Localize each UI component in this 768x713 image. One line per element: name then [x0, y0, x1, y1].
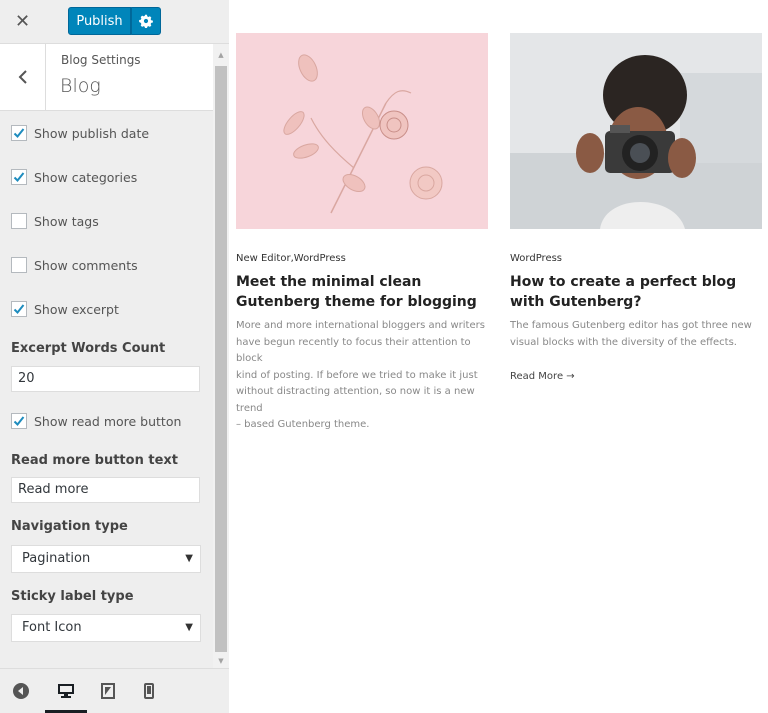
preview-mobile-button[interactable] [129, 669, 169, 713]
show-read-more-label: Show read more button [34, 413, 182, 429]
dropdown-arrow-icon: ▼ [185, 553, 193, 564]
close-icon: ✕ [14, 11, 31, 32]
site-preview: New Editor,WordPress Meet the minimal cl… [230, 0, 768, 713]
preview-desktop-button[interactable] [45, 669, 87, 713]
collapse-icon [13, 683, 29, 699]
post-thumbnail-photographer[interactable] [510, 33, 762, 229]
excerpt-line: have begun recently to focus their atten… [236, 336, 471, 365]
checkmark-icon [13, 128, 25, 138]
checkmark-icon [13, 416, 25, 426]
dropdown-arrow-icon: ▼ [185, 622, 193, 633]
desktop-icon [58, 684, 74, 698]
read-more-text-label: Read more button text [11, 453, 178, 468]
show-tags-control[interactable]: Show tags [11, 212, 99, 230]
close-button[interactable]: ✕ [0, 0, 45, 43]
scrollbar-thumb[interactable] [215, 66, 227, 652]
publish-label: Publish [76, 13, 123, 29]
chevron-left-icon [18, 70, 27, 84]
back-button[interactable] [0, 44, 46, 110]
publish-button[interactable]: Publish [68, 7, 131, 35]
breadcrumb: Blog Settings [61, 53, 141, 67]
sidebar-scrollbar[interactable]: ▲ ▼ [213, 44, 229, 668]
sticky-label-type-select[interactable]: Font Icon ▼ [11, 614, 201, 642]
show-publish-date-checkbox[interactable] [11, 125, 27, 141]
customizer-topbar: ✕ Publish [0, 0, 229, 44]
read-more-text-input[interactable]: Read more [11, 477, 200, 503]
section-title: Blog [60, 75, 101, 97]
show-comments-label: Show comments [34, 257, 138, 273]
show-comments-control[interactable]: Show comments [11, 256, 138, 274]
publish-settings-button[interactable] [131, 7, 161, 35]
excerpt-line: visual blocks with the diversity of the … [510, 336, 737, 348]
collapse-sidebar-button[interactable] [0, 669, 42, 713]
excerpt-words-count-label: Excerpt Words Count [11, 341, 166, 356]
show-publish-date-label: Show publish date [34, 125, 150, 141]
customizer-app: ✕ Publish Blog Settings Blog Show publis… [0, 0, 768, 713]
excerpt-line: The famous Gutenberg editor has got thre… [510, 320, 752, 331]
sticky-label-type-label: Sticky label type [11, 589, 134, 604]
photographer-illustration [510, 33, 762, 229]
read-more-link[interactable]: Read More → [510, 371, 575, 382]
show-categories-control[interactable]: Show categories [11, 168, 137, 186]
sticky-label-type-value: Font Icon [22, 620, 82, 635]
scroll-down-arrow-icon[interactable]: ▼ [213, 654, 229, 668]
show-read-more-control[interactable]: Show read more button [11, 412, 181, 430]
post-excerpt: More and more international bloggers and… [236, 318, 491, 434]
show-comments-checkbox[interactable] [11, 257, 27, 273]
section-header: Blog Settings Blog [0, 44, 213, 111]
navigation-type-value: Pagination [22, 551, 91, 566]
excerpt-line: More and more international bloggers and… [236, 320, 485, 331]
show-categories-label: Show categories [34, 169, 138, 185]
post-thumbnail-flower[interactable] [236, 33, 488, 229]
checkmark-icon [13, 304, 25, 314]
navigation-type-select[interactable]: Pagination ▼ [11, 545, 201, 573]
navigation-type-label: Navigation type [11, 519, 128, 534]
post-category[interactable]: New Editor,WordPress [236, 253, 346, 264]
show-excerpt-label: Show excerpt [34, 301, 119, 317]
show-read-more-checkbox[interactable] [11, 413, 27, 429]
scroll-up-arrow-icon[interactable]: ▲ [213, 44, 229, 66]
show-publish-date-control[interactable]: Show publish date [11, 124, 149, 142]
tablet-icon [101, 683, 115, 699]
show-excerpt-control[interactable]: Show excerpt [11, 300, 119, 318]
mobile-icon [144, 683, 154, 699]
customizer-footer [0, 668, 229, 713]
customizer-sidebar: ✕ Publish Blog Settings Blog Show publis… [0, 0, 229, 713]
excerpt-line: kind of posting. If before we tried to m… [236, 369, 478, 381]
show-tags-label: Show tags [34, 213, 99, 229]
post-title[interactable]: Meet the minimal clean Gutenberg theme f… [236, 272, 496, 312]
preview-tablet-button[interactable] [87, 669, 129, 713]
show-tags-checkbox[interactable] [11, 213, 27, 229]
post-category[interactable]: WordPress [510, 253, 562, 264]
excerpt-words-count-input[interactable]: 20 [11, 366, 200, 392]
excerpt-line: without distracting attention, so now it… [236, 386, 475, 414]
flower-illustration [283, 54, 443, 214]
show-categories-checkbox[interactable] [11, 169, 27, 185]
gear-icon [139, 14, 153, 28]
post-title[interactable]: How to create a perfect blog with Gutenb… [510, 272, 768, 312]
excerpt-line: – based Gutenberg theme. [236, 419, 370, 430]
post-excerpt: The famous Gutenberg editor has got thre… [510, 318, 765, 351]
show-excerpt-checkbox[interactable] [11, 301, 27, 317]
checkmark-icon [13, 172, 25, 182]
